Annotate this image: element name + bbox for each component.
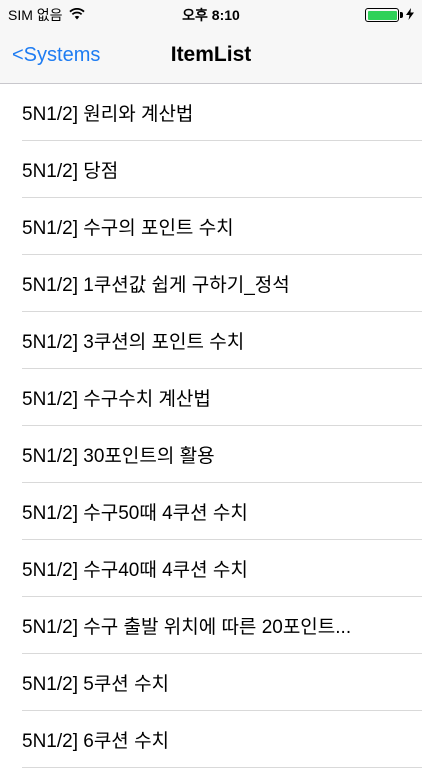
list-item-label: 5N1/2] 3쿠션의 포인트 수치: [22, 332, 245, 353]
list-item[interactable]: 5N1/2] 원리와 계산법: [0, 84, 422, 141]
list-item-label: 5N1/2] 30포인트의 활용: [22, 446, 215, 467]
status-right: [365, 7, 414, 23]
list-item[interactable]: 5N1/2] 3쿠션의 포인트 수치: [0, 312, 422, 369]
back-button[interactable]: <Systems: [12, 44, 100, 67]
list-item[interactable]: 5N1/2] 수구50때 4쿠션 수치: [0, 483, 422, 540]
battery-icon: [365, 8, 399, 22]
list-item-label: 5N1/2] 원리와 계산법: [22, 104, 194, 125]
list-item[interactable]: 5N1/2] 수구의 포인트 수치: [0, 198, 422, 255]
list-item-label: 5N1/2] 수구40때 4쿠션 수치: [22, 560, 248, 581]
list-item[interactable]: 5N1/2] 5쿠션 수치: [0, 654, 422, 711]
list-item-label: 5N1/2] 6쿠션 수치: [22, 731, 170, 752]
list-item[interactable]: 5N1/2] 수구 출발 위치에 따른 20포인트...: [0, 597, 422, 654]
list-item[interactable]: 5N1/2] 6쿠션 수치: [0, 711, 422, 768]
list-item-label: 5N1/2] 1쿠션값 쉽게 구하기_정석: [22, 275, 290, 296]
charging-bolt-icon: [406, 7, 414, 23]
item-list: 5N1/2] 원리와 계산법 5N1/2] 당점 5N1/2] 수구의 포인트 수치…: [0, 84, 422, 768]
list-item[interactable]: 5N1/2] 당점: [0, 141, 422, 198]
battery-fill: [367, 10, 397, 20]
list-item-label: 5N1/2] 수구50때 4쿠션 수치: [22, 503, 248, 524]
list-item-label: 5N1/2] 수구 출발 위치에 따른 20포인트...: [22, 617, 352, 638]
list-item-label: 5N1/2] 5쿠션 수치: [22, 674, 170, 695]
list-item[interactable]: 5N1/2] 수구40때 4쿠션 수치: [0, 540, 422, 597]
list-item[interactable]: 5N1/2] 30포인트의 활용: [0, 426, 422, 483]
list-item[interactable]: 5N1/2] 수구수치 계산법: [0, 369, 422, 426]
status-time: 오후 8:10: [182, 7, 240, 23]
navigation-bar: <Systems ItemList: [0, 28, 422, 84]
list-item-label: 5N1/2] 수구수치 계산법: [22, 389, 211, 410]
list-item-label: 5N1/2] 수구의 포인트 수치: [22, 218, 234, 239]
list-item-label: 5N1/2] 당점: [22, 161, 119, 182]
list-item[interactable]: 5N1/2] 1쿠션값 쉽게 구하기_정석: [0, 255, 422, 312]
battery-cap: [400, 12, 403, 18]
status-bar: SIM 없음 오후 8:10: [0, 0, 422, 28]
